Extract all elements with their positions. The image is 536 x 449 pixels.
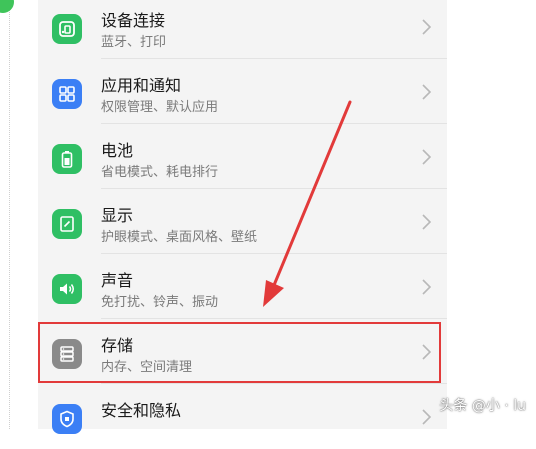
settings-item-security-privacy[interactable]: 安全和隐私 [38,384,447,449]
settings-item-display[interactable]: 显示 护眼模式、桌面风格、壁纸 [38,189,447,254]
settings-item-title: 电池 [101,141,134,160]
settings-item-subtitle: 免打扰、铃声、振动 [101,295,219,310]
sound-icon [52,274,82,304]
storage-highlight-box [38,322,441,383]
chevron-right-icon [422,149,432,165]
settings-item-subtitle: 省电模式、耗电排行 [101,165,219,180]
settings-item-subtitle: 权限管理、默认应用 [101,100,219,115]
chevron-right-icon [422,214,432,230]
settings-item-title: 应用和通知 [101,76,182,95]
chevron-right-icon [422,19,432,35]
apps-icon [52,79,82,109]
chevron-right-icon [422,279,432,295]
settings-item-sound[interactable]: 声音 免打扰、铃声、振动 [38,254,447,319]
settings-item-device-connection[interactable]: 设备连接 蓝牙、打印 [38,0,447,59]
settings-item-subtitle: 护眼模式、桌面风格、壁纸 [101,230,258,245]
settings-item-title: 安全和隐私 [101,401,182,420]
settings-item-apps-notifications[interactable]: 应用和通知 权限管理、默认应用 [38,59,447,124]
device-connection-icon [52,14,82,44]
settings-item-title: 显示 [101,206,134,225]
settings-item-title: 声音 [101,271,134,290]
settings-item-subtitle: 蓝牙、打印 [101,35,167,50]
settings-item-battery[interactable]: 电池 省电模式、耗电排行 [38,124,447,189]
dotted-guide-line [9,0,10,429]
chevron-right-icon [422,84,432,100]
security-icon [52,404,82,434]
settings-item-title: 设备连接 [101,11,166,30]
chevron-right-icon [422,409,432,425]
green-corner-dot [0,0,14,13]
battery-icon [52,144,82,174]
watermark: 头条 @小 · lu [439,398,526,414]
display-icon [52,209,82,239]
